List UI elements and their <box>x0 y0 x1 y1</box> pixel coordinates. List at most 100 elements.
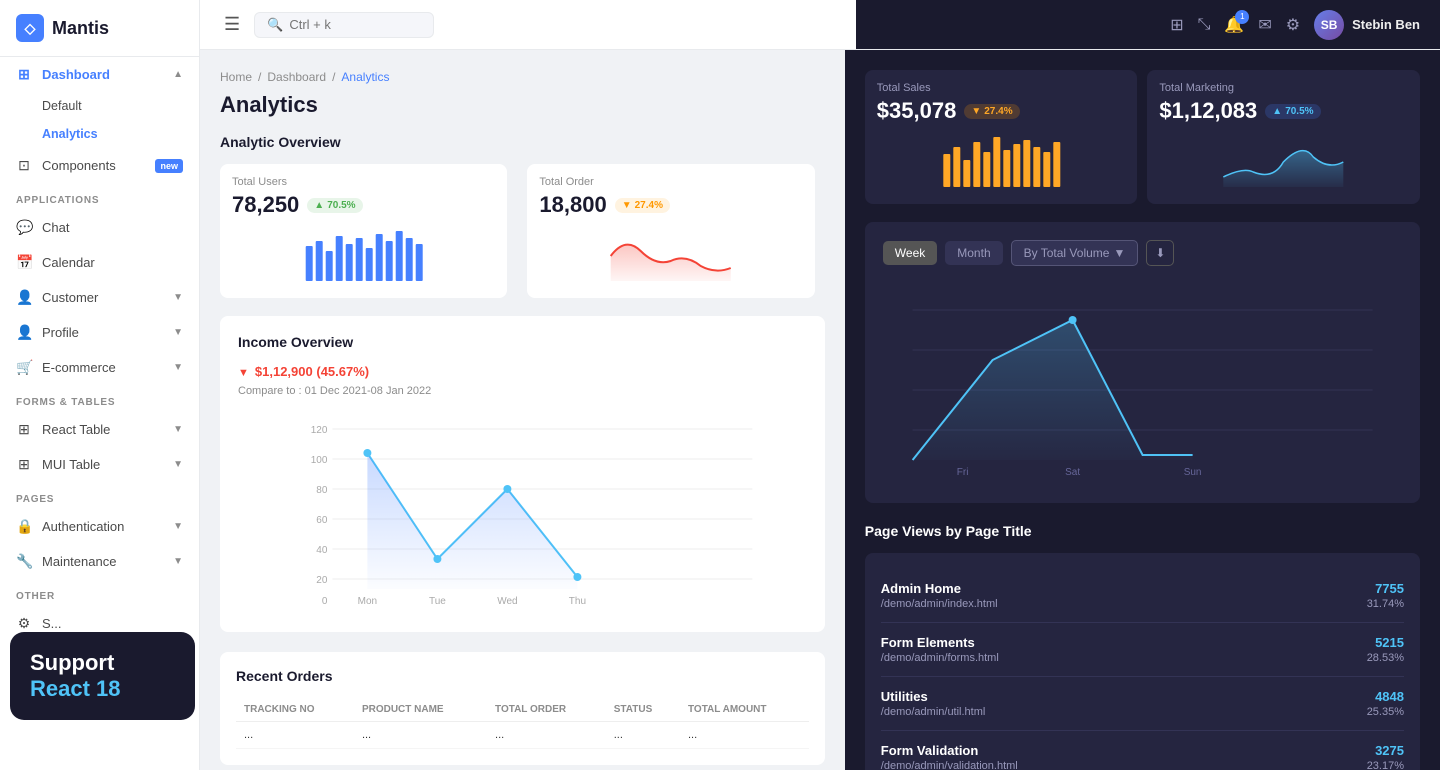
marketing-area-chart <box>1159 132 1408 187</box>
profile-icon: 👤 <box>16 324 32 341</box>
dashboard-icon: ⊞ <box>16 66 32 83</box>
svg-text:Sun: Sun <box>1184 467 1202 478</box>
sales-bar-chart <box>877 132 1126 187</box>
page-view-count-3: 4848 <box>1367 689 1404 704</box>
light-panel: Home / Dashboard / Analytics Analytics A… <box>200 50 845 770</box>
components-badge: new <box>155 159 183 173</box>
sidebar-item-default[interactable]: Default <box>0 92 199 120</box>
maintenance-icon: 🔧 <box>16 553 32 570</box>
grid-topbar-icon[interactable]: ⊞ <box>1170 15 1183 35</box>
ecommerce-label: E-commerce <box>42 360 116 375</box>
sidebar-item-dashboard[interactable]: ⊞ Dashboard ▲ <box>0 57 199 92</box>
settings-sidebar-icon: ⚙ <box>16 615 32 632</box>
breadcrumb-dashboard[interactable]: Dashboard <box>267 70 326 84</box>
page-view-url-2: /demo/admin/forms.html <box>881 652 999 664</box>
chevron-down-icon-5: ▼ <box>173 459 183 470</box>
chevron-up-icon: ▲ <box>173 69 183 80</box>
sidebar-item-calendar[interactable]: 📅 Calendar <box>0 245 199 280</box>
sidebar-item-react-table[interactable]: ⊞ React Table ▼ <box>0 412 199 447</box>
sidebar-item-mui-table[interactable]: ⊞ MUI Table ▼ <box>0 447 199 482</box>
svg-text:Tue: Tue <box>429 596 446 607</box>
orders-area-chart <box>539 226 802 281</box>
page-view-row-1: Admin Home /demo/admin/index.html 7755 3… <box>881 569 1404 623</box>
logo-icon: ◇ <box>16 14 44 42</box>
col-tracking: TRACKING NO <box>236 698 354 722</box>
sidebar-item-authentication[interactable]: 🔒 Authentication ▼ <box>0 509 199 544</box>
expand-topbar-icon[interactable]: ⤡ <box>1198 16 1211 34</box>
notification-button[interactable]: 🔔 1 <box>1224 15 1244 35</box>
maintenance-label: Maintenance <box>42 554 116 569</box>
col-product: PRODUCT NAME <box>354 698 487 722</box>
page-view-url-4: /demo/admin/validation.html <box>881 760 1018 770</box>
svg-text:0: 0 <box>322 596 328 607</box>
income-overview-card: Income Overview ▼ $1,12,900 (45.67%) Com… <box>220 316 825 632</box>
page-view-count-4: 3275 <box>1367 743 1404 758</box>
sidebar-item-customer[interactable]: 👤 Customer ▼ <box>0 280 199 315</box>
search-input[interactable] <box>289 17 409 32</box>
volume-button[interactable]: By Total Volume ▼ <box>1011 240 1139 266</box>
page-view-title-3: Utilities <box>881 689 986 704</box>
other-section-label: Other <box>0 579 199 606</box>
stat-cards-dark: Total Sales $35,078 ▼ 27.4% <box>865 70 1420 204</box>
sidebar-item-components[interactable]: ⊡ Components new <box>0 148 199 183</box>
page-view-pct-1: 31.74% <box>1367 598 1404 610</box>
breadcrumb-home[interactable]: Home <box>220 70 252 84</box>
settings-topbar-icon[interactable]: ⚙ <box>1286 15 1300 35</box>
page-view-title-1: Admin Home <box>881 581 998 596</box>
analytics-label: Analytics <box>42 127 98 141</box>
sidebar-item-chat[interactable]: 💬 Chat <box>0 210 199 245</box>
month-button[interactable]: Month <box>945 241 1002 265</box>
auth-icon: 🔒 <box>16 518 32 535</box>
mail-topbar-icon[interactable]: ✉ <box>1258 15 1271 35</box>
user-name: Stebin Ben <box>1352 17 1420 32</box>
income-dark-chart: Fri Sat Sun <box>883 280 1402 480</box>
svg-text:60: 60 <box>316 515 328 526</box>
sidebar-item-analytics[interactable]: Analytics <box>0 120 199 148</box>
user-profile[interactable]: SB Stebin Ben <box>1314 10 1420 40</box>
auth-label: Authentication <box>42 519 124 534</box>
mui-table-label: MUI Table <box>42 457 100 472</box>
svg-text:Mon: Mon <box>358 596 377 607</box>
page-view-pct-3: 25.35% <box>1367 706 1404 718</box>
total-order-card: Total Order 18,800 ▼ 27.4% <box>527 164 814 298</box>
svg-text:20: 20 <box>316 575 328 586</box>
sidebar-item-profile[interactable]: 👤 Profile ▼ <box>0 315 199 350</box>
page-view-count-2: 5215 <box>1367 635 1404 650</box>
notification-badge: 1 <box>1235 10 1249 24</box>
total-marketing-card: Total Marketing $1,12,083 ▲ 70.5% <box>1147 70 1420 204</box>
page-views-title: Page Views by Page Title <box>865 523 1420 539</box>
col-total-amount: TOTAL AMOUNT <box>680 698 809 722</box>
page-view-url-3: /demo/admin/util.html <box>881 706 986 718</box>
svg-text:Sat: Sat <box>1065 467 1080 478</box>
breadcrumb-current: Analytics <box>341 70 389 84</box>
sidebar-logo[interactable]: ◇ Mantis <box>0 0 199 57</box>
applications-section-label: Applications <box>0 183 199 210</box>
sidebar: ◇ Mantis ⊞ Dashboard ▲ Default Analytics… <box>0 0 200 770</box>
sidebar-dashboard-label: Dashboard <box>42 67 110 82</box>
total-marketing-badge: ▲ 70.5% <box>1265 104 1320 119</box>
support-title: Support <box>30 650 175 676</box>
hamburger-button[interactable]: ☰ <box>220 10 244 39</box>
recent-orders-card: Recent Orders TRACKING NO PRODUCT NAME T… <box>220 652 825 765</box>
support-react18-popup[interactable]: Support React 18 <box>10 632 195 720</box>
page-view-title-2: Form Elements <box>881 635 999 650</box>
mui-table-icon: ⊞ <box>16 456 32 473</box>
week-button[interactable]: Week <box>883 241 937 265</box>
default-label: Default <box>42 99 82 113</box>
total-sales-label: Total Sales <box>877 82 1126 94</box>
total-users-card: Total Users 78,250 ▲ 70.5% <box>220 164 507 298</box>
page-view-title-4: Form Validation <box>881 743 1018 758</box>
svg-text:100: 100 <box>311 455 328 466</box>
chevron-down-icon-3: ▼ <box>173 362 183 373</box>
total-sales-badge: ▼ 27.4% <box>964 104 1019 119</box>
analytic-overview-title: Analytic Overview <box>220 134 825 150</box>
breadcrumb: Home / Dashboard / Analytics <box>220 70 825 84</box>
sidebar-item-ecommerce[interactable]: 🛒 E-commerce ▼ <box>0 350 199 385</box>
total-order-label: Total Order <box>539 176 802 188</box>
search-box[interactable]: 🔍 <box>254 12 434 38</box>
download-button[interactable]: ⬇ <box>1146 240 1174 266</box>
chevron-down-icon-7: ▼ <box>173 556 183 567</box>
users-bar-chart <box>232 226 495 281</box>
sidebar-item-maintenance[interactable]: 🔧 Maintenance ▼ <box>0 544 199 579</box>
settings-label: S... <box>42 616 62 631</box>
